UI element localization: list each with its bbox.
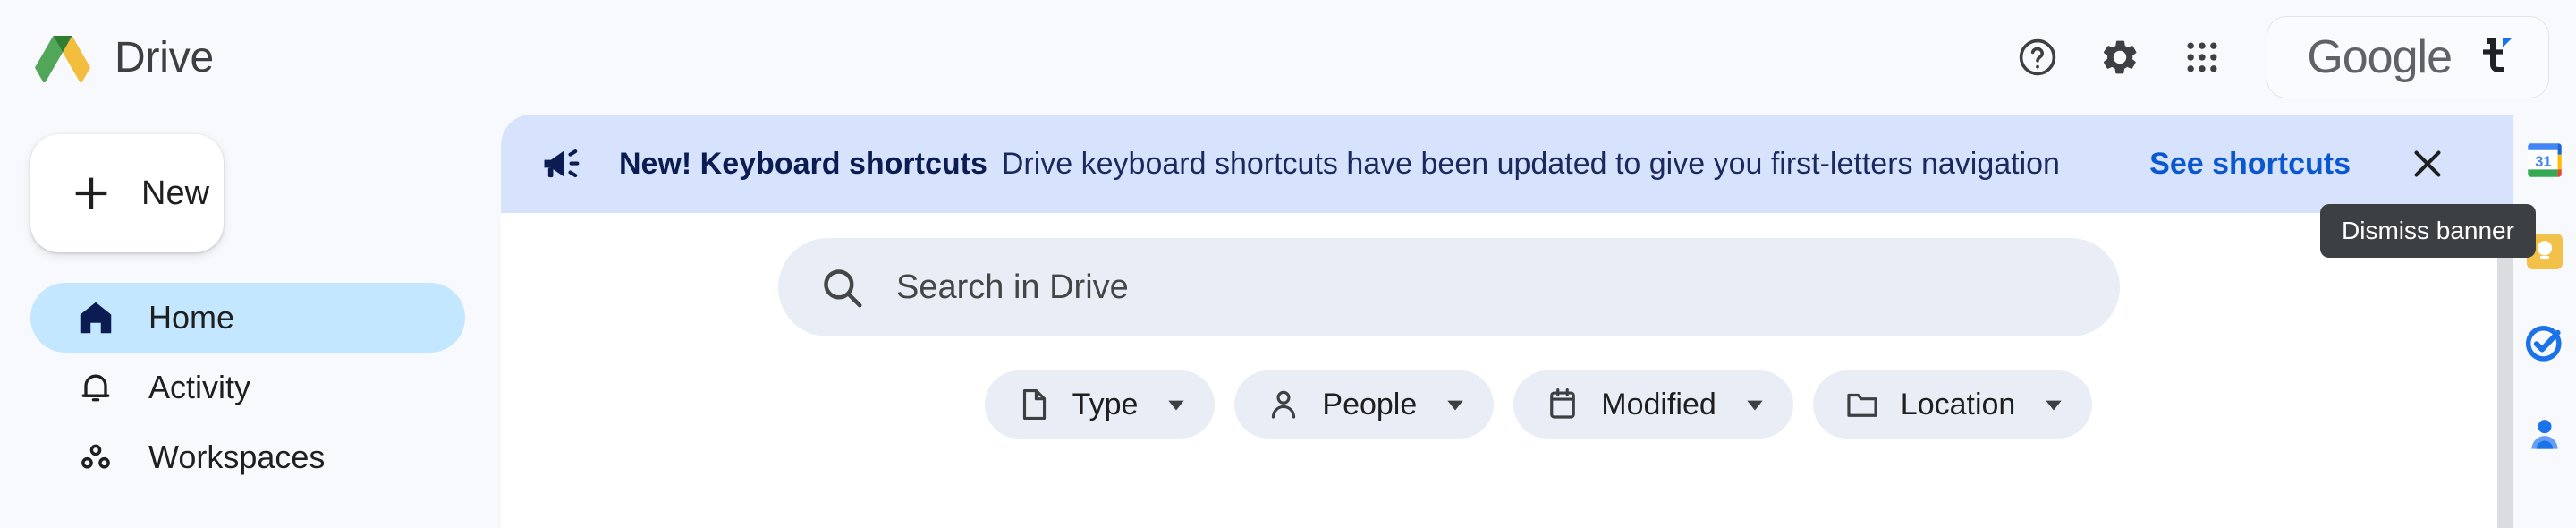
filter-chip-modified[interactable]: Modified [1513,370,1793,439]
main-scrollbar[interactable] [2497,227,2513,528]
search-icon [824,269,862,308]
sidebar-item-label: Activity [148,369,251,405]
filter-chip-label: Location [1900,387,2016,422]
chevron-down-icon [2046,400,2062,411]
folder-icon [1847,393,1877,417]
new-button[interactable]: New [30,134,224,252]
calendar-icon [1550,387,1576,419]
close-icon[interactable] [2401,137,2454,191]
apps-grid-icon[interactable] [2161,16,2243,98]
dismiss-banner-tooltip: Dismiss banner [2320,204,2536,258]
search-placeholder: Search in Drive [896,268,1129,306]
account-avatar [2475,32,2514,82]
left-sidebar: New Home Activity Workspaces [0,115,501,528]
sidebar-item-label: Home [148,299,235,336]
brand-name: Drive [114,33,215,81]
plus-icon [75,177,107,209]
banner-headline: New! Keyboard shortcuts [619,146,987,181]
google-drive-logo [35,36,90,82]
workspaces-icon [73,435,118,480]
brand[interactable]: Drive [34,32,214,82]
person-icon [1272,390,1296,419]
top-bar: Drive Google [0,0,2576,115]
see-shortcuts-link[interactable]: See shortcuts [2149,147,2351,182]
filter-chip-label: Type [1072,387,1139,422]
google-wordmark: Google [2307,31,2453,83]
filter-chip-people[interactable]: People [1234,370,1495,439]
drive-app: Drive Google New Home Activity Workspace… [0,0,2576,528]
chevron-down-icon [1447,400,1463,411]
banner-description: Drive keyboard shortcuts have been updat… [1001,146,2060,181]
chevron-down-icon [1747,400,1763,411]
filter-chip-label: Modified [1601,387,1716,422]
filter-chip-type[interactable]: Type [984,370,1216,439]
filter-chip-label: People [1322,387,1418,422]
file-icon [1022,389,1046,420]
google-apps-side-panel: 31 [2513,115,2576,528]
filter-chips: Type People Modified Location [501,370,2576,439]
sidebar-item-label: Workspaces [148,439,326,475]
filter-chip-location[interactable]: Location [1812,370,2093,439]
help-circle-icon[interactable] [1996,16,2079,98]
megaphone-icon [544,149,580,178]
google-contacts-icon[interactable] [2522,412,2567,456]
top-bar-actions: Google [1996,0,2549,115]
sidebar-item-workspaces[interactable]: Workspaces [30,422,465,492]
sidebar-item-home[interactable]: Home [30,283,465,353]
account-button[interactable]: Google [2267,16,2549,98]
sidebar-item-my-drive[interactable]: My Drive [30,515,465,528]
gear-icon[interactable] [2079,16,2161,98]
new-button-label: New [141,174,210,212]
google-tasks-icon[interactable] [2522,320,2567,365]
chevron-down-icon [1168,400,1185,411]
home-icon [73,295,118,340]
sidebar-item-activity[interactable]: Activity [30,353,465,422]
bell-icon [73,365,118,410]
sidebar-nav: Home Activity Workspaces [0,283,501,528]
notification-banner: New! Keyboard shortcuts Drive keyboard s… [501,115,2513,213]
svg-text:31: 31 [2535,153,2552,170]
google-calendar-icon[interactable]: 31 [2522,138,2567,183]
search-input[interactable]: Search in Drive [778,238,2120,336]
